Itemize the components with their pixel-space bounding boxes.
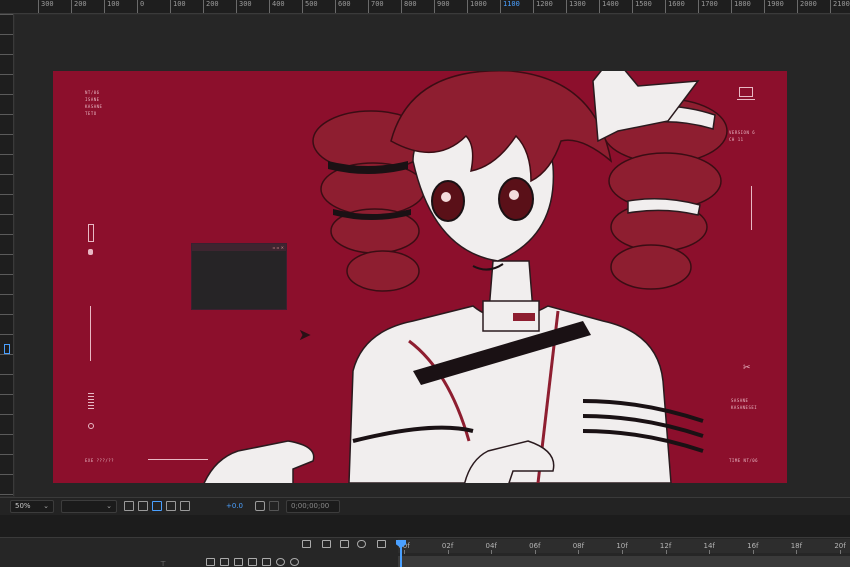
vertical-ruler[interactable] bbox=[0, 14, 14, 496]
frame-label: 04f bbox=[485, 542, 497, 550]
frame-tick bbox=[534, 550, 536, 554]
frame-label: 02f bbox=[441, 542, 454, 550]
compositor-window: 300 200 100 0 100 200 300 400 500 600 700 800 900 100… bbox=[0, 0, 850, 567]
frame-label: 12f bbox=[659, 542, 672, 550]
ruler-tick-label: 1000 bbox=[467, 0, 487, 13]
column-icon: ⊤ bbox=[160, 560, 167, 567]
ruler-tick-label: 1700 bbox=[698, 0, 718, 13]
graph-editor-icon[interactable] bbox=[357, 540, 366, 548]
frame-label: 06f bbox=[529, 542, 541, 550]
ruler-tick-label: 200 bbox=[203, 0, 219, 13]
exposure-value[interactable]: +0.0 bbox=[226, 502, 243, 510]
frame-tick bbox=[622, 550, 623, 554]
frame-label: 14f bbox=[703, 542, 715, 550]
motion-blur-icon[interactable] bbox=[340, 540, 349, 548]
frame-tick bbox=[709, 550, 711, 554]
ruler-tick-label: 100 bbox=[104, 0, 120, 13]
zoom-value: 50% bbox=[15, 502, 31, 510]
ruler-tick-label: 1300 bbox=[566, 0, 586, 13]
render-queue-icon[interactable] bbox=[377, 540, 386, 548]
timecode-field[interactable]: 0;00;00;00 bbox=[286, 500, 340, 513]
work-area-bar[interactable] bbox=[398, 556, 850, 567]
ruler-tick-label: 1500 bbox=[632, 0, 652, 13]
time-ruler[interactable]: 00f 02f 04f 06f 08f 10f 12f 14f 16f 18f 20f bbox=[398, 539, 850, 554]
viewer-toolbar: 50% ⌄ ⌄ +0.0 0;00;00;00 bbox=[0, 497, 850, 515]
transparency-grid-icon[interactable] bbox=[138, 501, 148, 511]
ruler-tick-label: 1600 bbox=[665, 0, 685, 13]
panel-divider bbox=[0, 515, 850, 537]
ruler-tick-label: 1900 bbox=[764, 0, 784, 13]
timeline-panel: 00f 02f 04f 06f 08f 10f 12f 14f 16f 18f 20f ⊤ bbox=[0, 537, 850, 567]
ruler-tick-label: 2100 bbox=[830, 0, 850, 13]
ruler-tick-label: 900 bbox=[434, 0, 450, 13]
chevron-down-icon: ⌄ bbox=[106, 502, 112, 510]
frame-blending-icon[interactable] bbox=[322, 540, 331, 548]
layer-switch-icon[interactable] bbox=[206, 558, 215, 566]
frame-tick bbox=[665, 550, 667, 554]
ruler-marker[interactable] bbox=[4, 344, 10, 354]
frame-label: 18f bbox=[790, 542, 803, 550]
color-picker-icon[interactable] bbox=[269, 501, 279, 511]
mask-path-icon[interactable] bbox=[152, 501, 162, 511]
fx-icon[interactable] bbox=[248, 558, 257, 566]
ruler-tick-label: 100 bbox=[170, 0, 186, 13]
zoom-select[interactable]: 50% ⌄ bbox=[10, 500, 54, 513]
composition-canvas[interactable]: NT/06 ISANE KASANE TETO VERSION 6 CH 11 … bbox=[53, 71, 787, 483]
ruler-tick-label: 200 bbox=[71, 0, 87, 13]
frame-label: 16f bbox=[747, 542, 759, 550]
guides-icon[interactable] bbox=[166, 501, 176, 511]
adjustment-layer-icon[interactable] bbox=[276, 558, 285, 566]
character-illustration bbox=[203, 71, 728, 483]
ruler-tick-label: 1400 bbox=[599, 0, 619, 13]
ruler-tick-label: 800 bbox=[401, 0, 417, 13]
playhead[interactable] bbox=[400, 540, 402, 567]
shy-layers-icon[interactable] bbox=[302, 540, 311, 548]
ruler-tick-label: 0 bbox=[137, 0, 144, 13]
ruler-tick-label: 300 bbox=[38, 0, 54, 13]
layer-switch-icon[interactable] bbox=[220, 558, 229, 566]
composition-viewer[interactable]: NT/06 ISANE KASANE TETO VERSION 6 CH 11 … bbox=[15, 15, 850, 497]
ruler-tick-label: 400 bbox=[269, 0, 285, 13]
ruler-tick-label: 2000 bbox=[797, 0, 817, 13]
region-of-interest-icon[interactable] bbox=[124, 501, 134, 511]
frame-tick bbox=[796, 550, 798, 554]
ruler-tick-label: 1100 bbox=[500, 0, 520, 13]
frame-label: 10f bbox=[616, 542, 628, 550]
3d-layer-icon[interactable] bbox=[290, 558, 299, 566]
frame-label: 20f bbox=[834, 542, 846, 550]
frame-label: 08f bbox=[572, 542, 585, 550]
layer-switch-icon[interactable] bbox=[234, 558, 243, 566]
ruler-tick-label: 1800 bbox=[731, 0, 751, 13]
chevron-down-icon: ⌄ bbox=[43, 502, 49, 510]
layer-switch-icon[interactable] bbox=[262, 558, 271, 566]
ruler-tick-label: 500 bbox=[302, 0, 318, 13]
frame-tick bbox=[578, 550, 580, 554]
camera-icon[interactable] bbox=[255, 501, 265, 511]
comment-icon[interactable] bbox=[180, 501, 190, 511]
resolution-select[interactable]: ⌄ bbox=[61, 500, 117, 513]
ruler-tick-label: 300 bbox=[236, 0, 252, 13]
ruler-tick-label: 600 bbox=[335, 0, 351, 13]
ruler-tick-label: 700 bbox=[368, 0, 384, 13]
frame-tick bbox=[447, 550, 449, 554]
frame-tick bbox=[491, 550, 493, 554]
frame-tick bbox=[752, 550, 754, 554]
horizontal-ruler[interactable]: 300 200 100 0 100 200 300 400 500 600 700 800 900 100… bbox=[0, 0, 850, 14]
ruler-tick-label: 1200 bbox=[533, 0, 553, 13]
frame-tick bbox=[840, 550, 841, 554]
frame-tick bbox=[404, 550, 405, 554]
